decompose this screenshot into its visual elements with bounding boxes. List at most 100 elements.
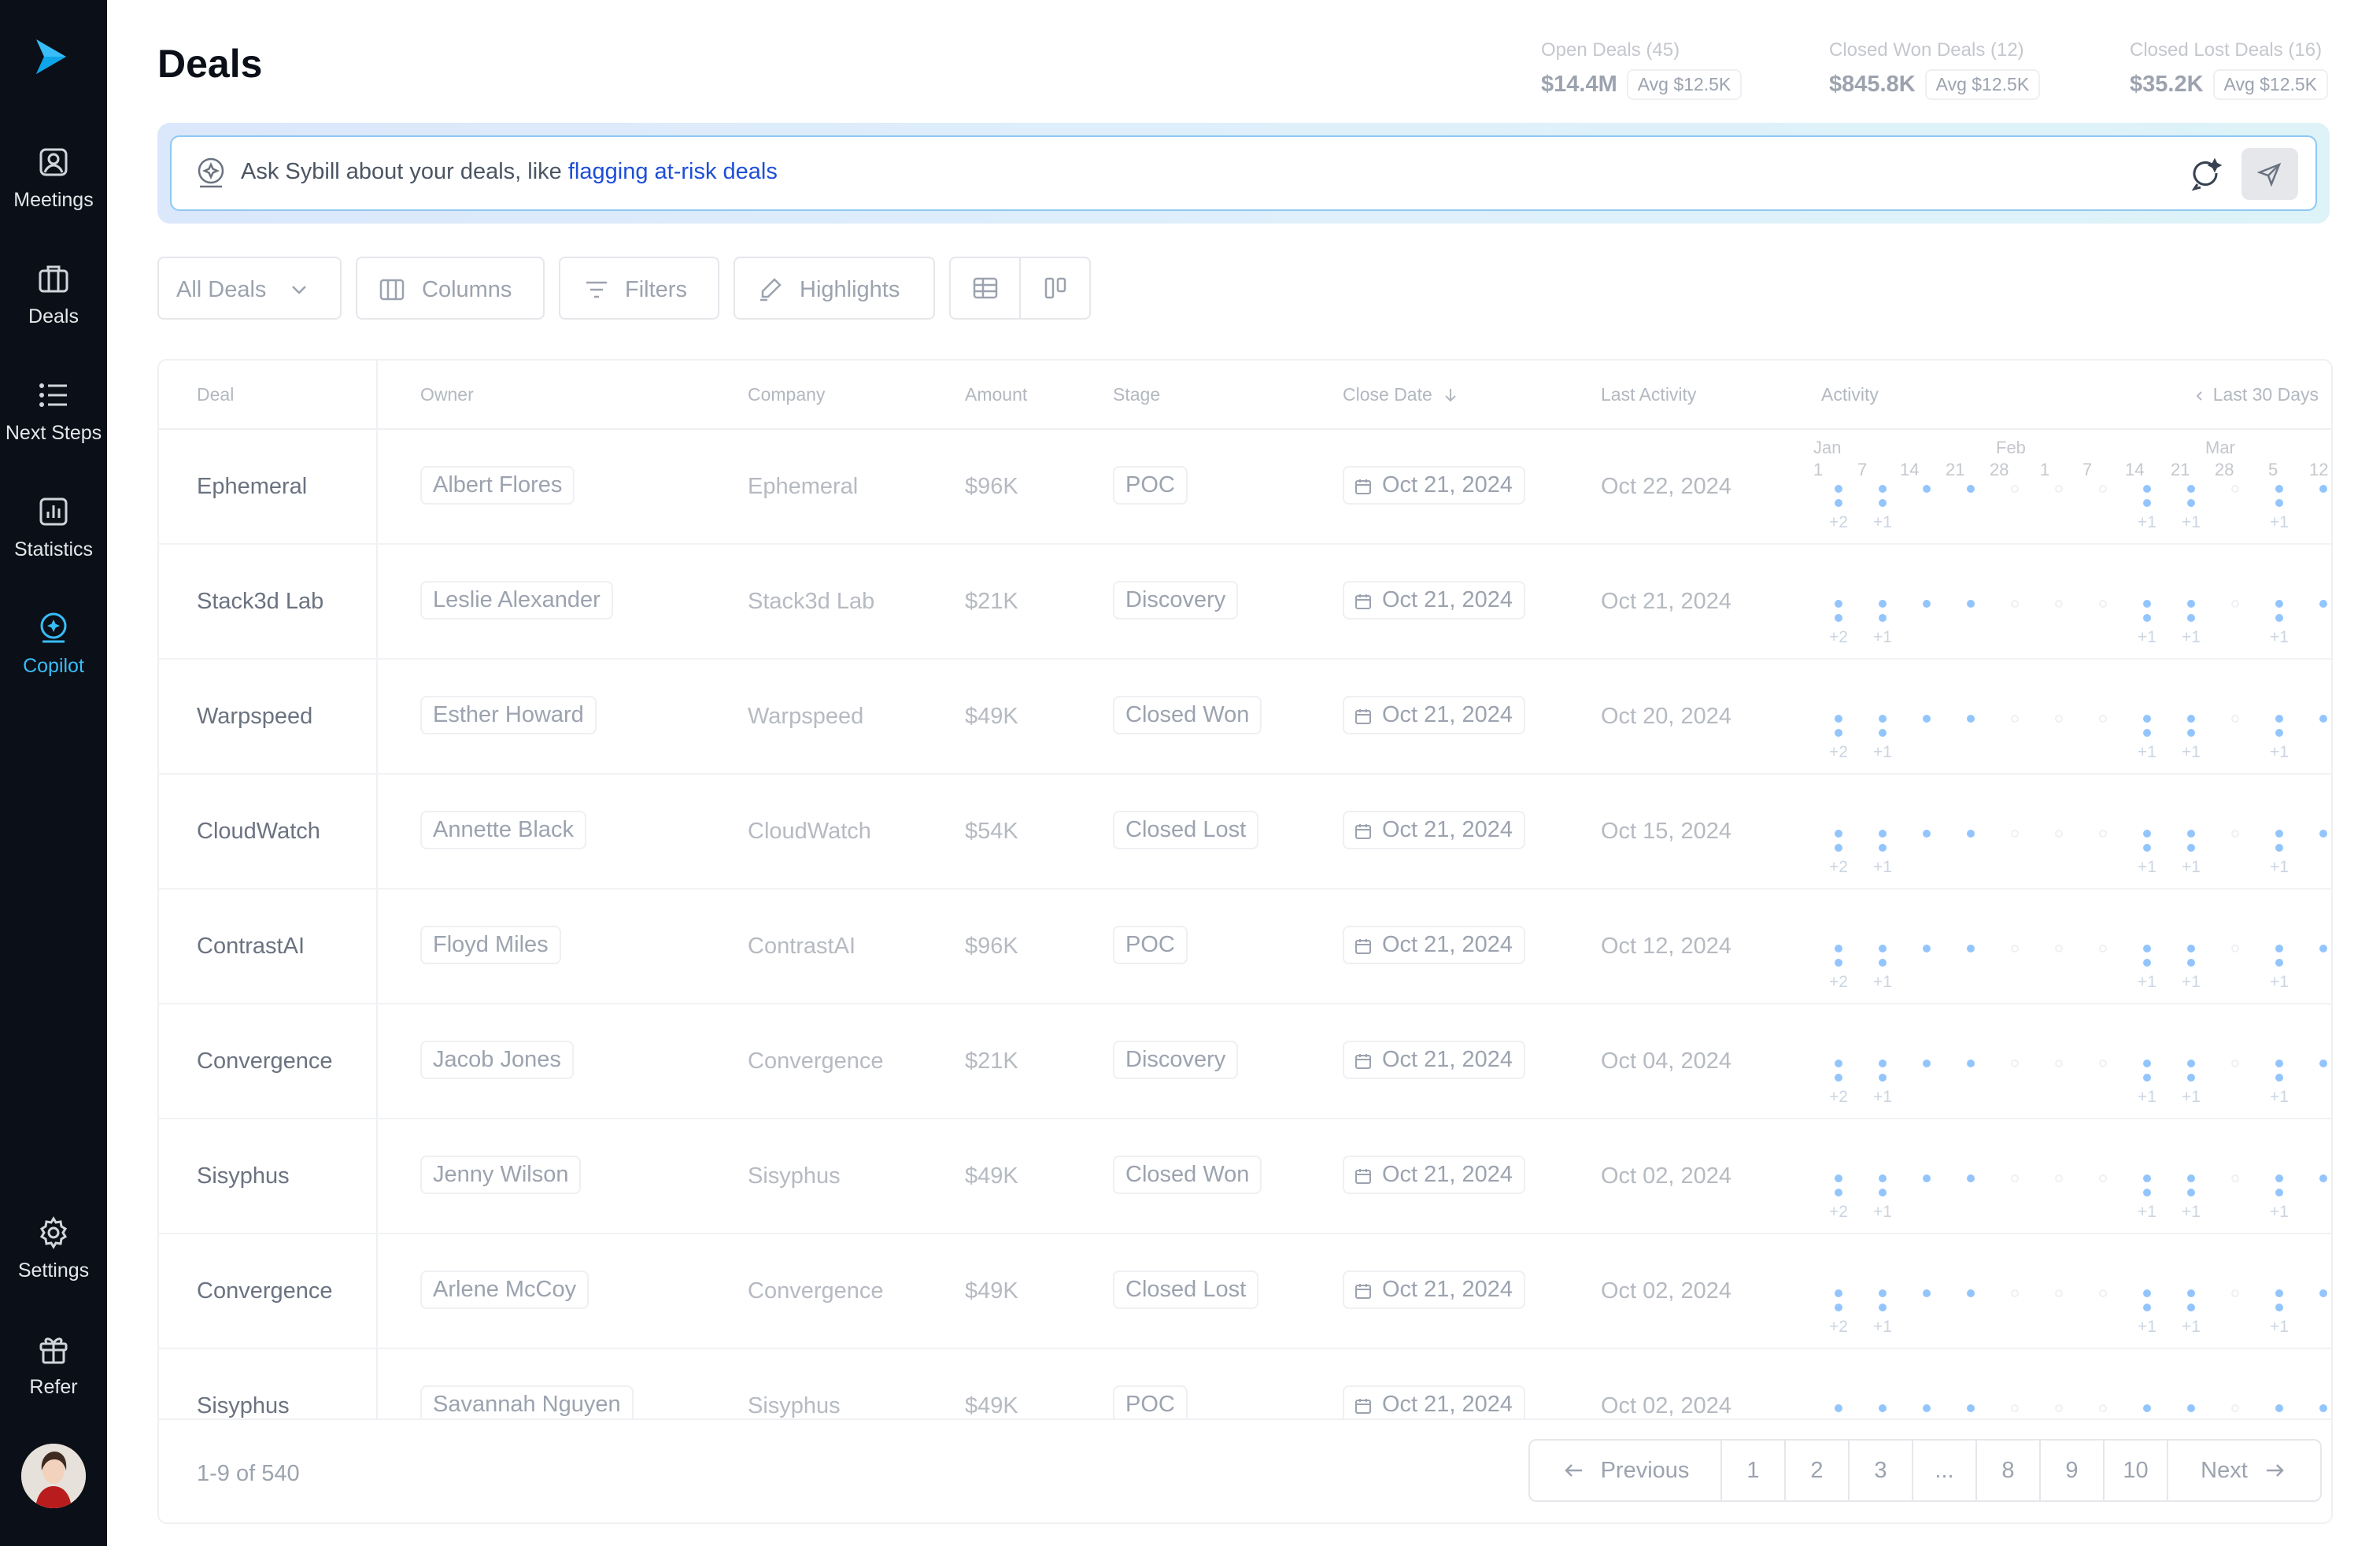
activity-dot[interactable] — [2143, 844, 2151, 852]
table-row[interactable]: CloudWatch Annette Black CloudWatch $54K Clo… — [159, 775, 2331, 890]
activity-dot[interactable] — [2275, 959, 2283, 967]
activity-dot[interactable] — [2143, 830, 2151, 838]
activity-dot[interactable] — [1879, 600, 1887, 608]
activity-dot[interactable] — [1879, 614, 1887, 622]
sparkle-chat-icon[interactable] — [2186, 156, 2224, 194]
activity-dot[interactable] — [2187, 1289, 2195, 1297]
activity-dot[interactable] — [2187, 1189, 2195, 1196]
filters-button[interactable]: Filters — [559, 257, 719, 320]
activity-dot[interactable] — [2143, 729, 2151, 737]
activity-dot[interactable] — [1835, 1074, 1842, 1082]
activity-dot[interactable] — [1967, 1404, 1975, 1412]
activity-dot[interactable] — [1835, 1174, 1842, 1182]
activity-dot[interactable] — [1923, 715, 1931, 723]
activity-dot[interactable] — [1835, 499, 1842, 507]
activity-dot[interactable] — [2143, 614, 2151, 622]
activity-dot[interactable] — [2143, 945, 2151, 952]
activity-dot[interactable] — [1923, 485, 1931, 493]
send-button[interactable] — [2241, 148, 2298, 200]
column-header-last-activity[interactable]: Last Activity — [1601, 384, 1696, 405]
activity-dot[interactable] — [1923, 1404, 1931, 1412]
ask-sybill-input[interactable]: Ask Sybill about your deals, like flaggi… — [170, 135, 2317, 211]
activity-dot[interactable] — [2187, 499, 2195, 507]
deal-name[interactable]: Ephemeral — [197, 474, 307, 500]
activity-dot[interactable] — [1835, 729, 1842, 737]
activity-dot[interactable] — [1835, 945, 1842, 952]
activity-dot[interactable] — [2319, 1289, 2327, 1297]
sybill-logo[interactable] — [30, 35, 74, 79]
activity-dot[interactable] — [1967, 485, 1975, 493]
nav-meetings[interactable]: Meetings — [0, 143, 107, 238]
column-header-company[interactable]: Company — [748, 384, 825, 405]
activity-dot[interactable] — [1835, 959, 1842, 967]
page-number-button[interactable]: 2 — [1786, 1441, 1850, 1500]
activity-dot[interactable] — [1923, 1289, 1931, 1297]
activity-dot[interactable] — [1923, 830, 1931, 838]
avatar[interactable] — [21, 1444, 86, 1508]
activity-dot[interactable] — [2319, 600, 2327, 608]
activity-dot[interactable] — [1879, 1174, 1887, 1182]
stage-badge[interactable]: Closed Lost — [1113, 1270, 1259, 1309]
activity-dot[interactable] — [2143, 1404, 2151, 1412]
activity-dot[interactable] — [2275, 1060, 2283, 1067]
deal-name[interactable]: CloudWatch — [197, 819, 320, 845]
activity-dot[interactable] — [2319, 945, 2327, 952]
activity-dot[interactable] — [2143, 1074, 2151, 1082]
activity-dot[interactable] — [1879, 844, 1887, 852]
ask-suggestion-link[interactable]: flagging at-risk deals — [568, 159, 778, 184]
page-number-button[interactable]: 9 — [2041, 1441, 2105, 1500]
activity-dot[interactable] — [1835, 1189, 1842, 1196]
activity-dot[interactable] — [2275, 715, 2283, 723]
column-header-owner[interactable]: Owner — [420, 384, 474, 405]
activity-dot[interactable] — [2187, 614, 2195, 622]
activity-dot[interactable] — [2143, 499, 2151, 507]
activity-dot[interactable] — [1879, 945, 1887, 952]
activity-dot[interactable] — [2275, 499, 2283, 507]
activity-dot[interactable] — [2187, 1074, 2195, 1082]
owner-chip[interactable]: Jacob Jones — [420, 1041, 574, 1079]
table-row[interactable]: ContrastAI Floyd Miles ContrastAI $96K POC Oc… — [159, 890, 2331, 1004]
activity-dot[interactable] — [1923, 1174, 1931, 1182]
activity-dot[interactable] — [2187, 830, 2195, 838]
activity-dot[interactable] — [1967, 1060, 1975, 1067]
nav-next-steps[interactable]: Next Steps — [0, 376, 107, 471]
activity-dot[interactable] — [2275, 600, 2283, 608]
owner-chip[interactable]: Esther Howard — [420, 696, 597, 734]
activity-dot[interactable] — [2319, 485, 2327, 493]
activity-dot[interactable] — [1835, 614, 1842, 622]
activity-dot[interactable] — [1879, 729, 1887, 737]
activity-dot[interactable] — [2319, 1060, 2327, 1067]
next-page-button[interactable]: Next — [2168, 1441, 2319, 1500]
activity-dot[interactable] — [1879, 485, 1887, 493]
page-number-button[interactable]: 3 — [1850, 1441, 1913, 1500]
activity-dot[interactable] — [1835, 1060, 1842, 1067]
activity-dot[interactable] — [2319, 1404, 2327, 1412]
table-row[interactable]: Stack3d Lab Leslie Alexander Stack3d Lab $2… — [159, 545, 2331, 660]
column-header-stage[interactable]: Stage — [1113, 384, 1160, 405]
activity-dot[interactable] — [2187, 729, 2195, 737]
column-header-close-date[interactable]: Close Date — [1343, 384, 1459, 405]
activity-dot[interactable] — [1879, 1074, 1887, 1082]
nav-statistics[interactable]: Statistics — [0, 493, 107, 587]
activity-dot[interactable] — [1835, 830, 1842, 838]
activity-dot[interactable] — [1879, 1189, 1887, 1196]
previous-page-button[interactable]: Previous — [1530, 1441, 1722, 1500]
stage-badge[interactable]: Discovery — [1113, 1041, 1239, 1079]
nav-refer[interactable]: Refer — [0, 1330, 107, 1425]
activity-dot[interactable] — [1967, 1174, 1975, 1182]
owner-chip[interactable]: Jenny Wilson — [420, 1156, 582, 1194]
activity-dot[interactable] — [2143, 1174, 2151, 1182]
activity-dot[interactable] — [2187, 600, 2195, 608]
close-date-chip[interactable]: Oct 21, 2024 — [1343, 1270, 1526, 1309]
activity-dot[interactable] — [1835, 844, 1842, 852]
table-view-button[interactable] — [951, 258, 1021, 318]
page-number-button[interactable]: 1 — [1722, 1441, 1786, 1500]
activity-dot[interactable] — [1967, 1289, 1975, 1297]
table-row[interactable]: Sisyphus Savannah Nguyen Sisyphus $49K POC Oc… — [159, 1349, 2331, 1418]
owner-chip[interactable]: Arlene McCoy — [420, 1270, 589, 1309]
activity-dot[interactable] — [2143, 600, 2151, 608]
activity-dot[interactable] — [1879, 1304, 1887, 1311]
close-date-chip[interactable]: Oct 21, 2024 — [1343, 696, 1526, 734]
activity-dot[interactable] — [2275, 1189, 2283, 1196]
close-date-chip[interactable]: Oct 21, 2024 — [1343, 1156, 1526, 1194]
